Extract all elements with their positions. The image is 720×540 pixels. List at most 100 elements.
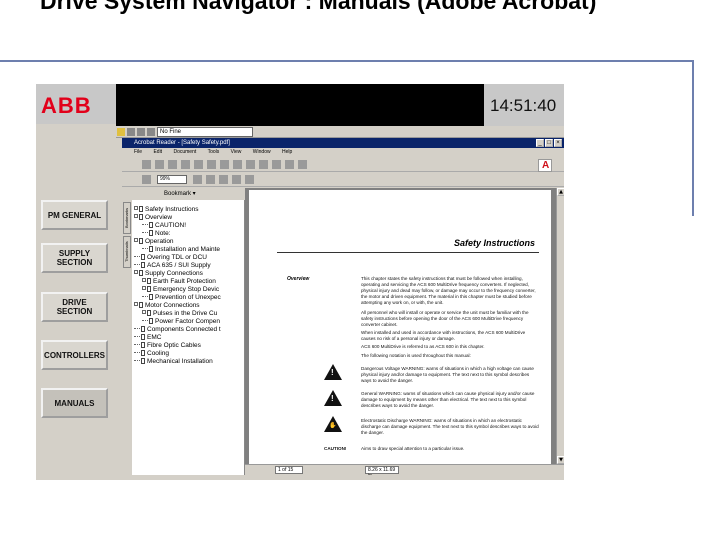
caution-text: Aims to draw special attention to a part… [361,446,465,451]
fit-width-icon[interactable] [232,175,241,184]
menu-tools[interactable]: Tools [208,149,220,155]
bookmark-item[interactable]: Overview [134,214,244,222]
scroll-up-icon[interactable]: ▲ [557,188,564,196]
bookmark-item[interactable]: Installation and Mainte [134,246,244,254]
bookmark-item[interactable]: Safety Instructions [134,206,244,214]
actual-size-icon[interactable] [206,175,215,184]
bookmark-label: Power Factor Compen [155,318,221,325]
abb-logo-panel: ABB [36,84,116,124]
next-page-icon[interactable] [246,160,255,169]
menu-document[interactable]: Document [173,149,196,155]
go-back-icon[interactable] [272,160,281,169]
scroll-down-icon[interactable]: ▼ [557,456,564,464]
menu-help[interactable]: Help [282,149,292,155]
collapse-icon[interactable] [134,214,138,218]
bookmark-item[interactable]: Emergency Stop Devic [134,286,244,294]
go-forward-icon[interactable] [285,160,294,169]
mail-icon[interactable] [137,128,145,136]
bookmark-page-icon [147,286,151,292]
maximize-icon[interactable]: □ [545,139,553,147]
tree-line [142,248,148,249]
collapse-icon[interactable] [134,270,138,274]
expand-icon[interactable] [142,310,146,314]
bookmark-item[interactable]: Fibre Optic Cables [134,342,244,350]
window-title: Acrobat Reader - [Safety Safety.pdf] [134,140,230,146]
pencil-icon[interactable] [117,128,125,136]
bookmark-label: Installation and Mainte [155,246,221,253]
bookmark-tree: Safety Instructions Overview CAUTION! Note:… [134,206,244,466]
menu-file[interactable]: File [134,149,142,155]
page-number-field[interactable]: 1 of 15 [275,466,303,474]
bookmark-menu[interactable]: Bookmark ▾ [122,188,245,200]
show-navigation-icon[interactable] [168,160,177,169]
bookmark-item[interactable]: Note: [134,230,244,238]
tree-line [134,360,140,361]
rotate-icon[interactable] [245,175,254,184]
nav-panel: PM GENERAL SUPPLY SECTION DRIVE SECTION … [36,126,116,480]
bookmark-item[interactable]: Supply Connections [134,270,244,278]
print-icon[interactable] [155,160,164,169]
bookmark-item[interactable]: Motor Connections [134,302,244,310]
side-tabs: Bookmarks Thumbnails [122,200,132,475]
menu-window[interactable]: Window [253,149,271,155]
bookmark-item[interactable]: Overing TDL or DCU [134,254,244,262]
zoom-tool-icon[interactable] [194,160,203,169]
find-icon[interactable] [298,160,307,169]
bookmark-item[interactable]: Power Factor Compen [134,318,244,326]
bookmark-page-icon [141,262,145,268]
collapse-icon[interactable] [134,206,138,210]
tab-bookmarks[interactable]: Bookmarks [123,202,131,234]
tab-thumbnails[interactable]: Thumbnails [123,236,131,268]
acrobat-titlebar: Acrobat Reader - [Safety Safety.pdf] _ □… [122,138,564,148]
bookmark-label: ACA 635 / SUI Supply [147,262,211,269]
hand-tool-icon[interactable] [181,160,190,169]
last-page-icon[interactable] [259,160,268,169]
expand-icon[interactable] [142,278,146,282]
bookmark-item[interactable]: Prevention of Unexpec [134,294,244,302]
previous-page-icon[interactable] [233,160,242,169]
bookmark-item[interactable]: CAUTION! [134,222,244,230]
tree-line [134,256,140,257]
first-page-icon[interactable] [220,160,229,169]
bookmark-label: Safety Instructions [145,206,199,213]
tool-icon[interactable] [147,128,155,136]
nav-button-manuals[interactable]: MANUALS [41,388,108,418]
print-icon[interactable] [127,128,135,136]
fit-page-icon[interactable] [219,175,228,184]
bookmark-label: Operation [145,238,174,245]
bookmark-item[interactable]: Mechanical Installation [134,358,244,366]
expand-icon[interactable] [142,286,146,290]
bookmark-item[interactable]: Pulses in the Drive Cu [134,310,244,318]
menu-edit[interactable]: Edit [153,149,162,155]
minimize-icon[interactable]: _ [536,139,544,147]
caution-label: CAUTION! [324,446,347,451]
nav-button-pm-general[interactable]: PM GENERAL [41,200,108,230]
nav-button-controllers[interactable]: CONTROLLERS [41,340,108,370]
nav-button-drive-section[interactable]: DRIVE SECTION [41,292,108,322]
paragraph: Electrostatic Discharge WARNING: warns o… [361,418,539,435]
zoom-field[interactable]: 99% [157,175,187,184]
bookmark-item[interactable]: ACA 635 / SUI Supply [134,262,244,270]
section-label: Overview [287,276,310,282]
bookmark-page-icon [149,294,153,300]
url-field[interactable]: No Fine [157,127,253,137]
zoom-in-icon[interactable] [193,175,202,184]
collapse-icon[interactable] [134,302,138,306]
bookmark-page-icon [141,254,145,260]
collapse-icon[interactable] [134,238,138,242]
paragraph: All personnel who will install or operat… [361,310,529,327]
bookmark-item[interactable]: Cooling [134,350,244,358]
menu-view[interactable]: View [231,149,242,155]
nav-button-supply-section[interactable]: SUPPLY SECTION [41,243,108,273]
bookmark-item[interactable]: Earth Fault Protection [134,278,244,286]
vertical-scrollbar[interactable]: ▲ ▼ [556,188,564,464]
close-icon[interactable]: × [554,139,562,147]
bookmark-item[interactable]: Components Connected t [134,326,244,334]
bookmark-item[interactable]: Operation [134,238,244,246]
electrostatic-warning-icon [324,416,342,432]
zoom-out-icon[interactable] [142,175,151,184]
bookmark-item[interactable]: EMC [134,334,244,342]
clock: 14:51:40 [490,96,557,115]
text-select-icon[interactable] [207,160,216,169]
open-icon[interactable] [142,160,151,169]
